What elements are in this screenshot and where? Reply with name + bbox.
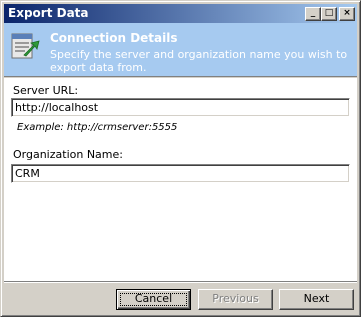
minimize-icon: _	[310, 8, 316, 18]
focus-rectangle	[120, 293, 187, 306]
cancel-button[interactable]: Cancel	[116, 289, 191, 310]
organization-name-input[interactable]	[11, 164, 350, 183]
export-wizard-icon	[11, 33, 40, 59]
button-bar: Cancel Previous Next	[4, 281, 357, 315]
maximize-button[interactable]: □	[321, 7, 337, 21]
form-panel: Server URL: Example: http://crmserver:55…	[4, 78, 357, 281]
window-title: Export Data	[8, 6, 89, 20]
close-button[interactable]: ×	[339, 7, 355, 21]
server-url-label: Server URL:	[13, 84, 79, 97]
header-title: Connection Details	[50, 31, 178, 45]
header-description: Specify the server and organization name…	[50, 48, 348, 74]
close-icon: ×	[343, 8, 351, 18]
previous-button[interactable]: Previous	[198, 289, 273, 310]
next-button-label: Next	[303, 292, 330, 305]
wizard-header: Connection Details Specify the server an…	[4, 23, 357, 77]
server-url-input[interactable]	[11, 98, 350, 117]
server-url-example: Example: http://crmserver:5555	[17, 122, 178, 133]
maximize-icon: □	[324, 8, 334, 18]
minimize-button[interactable]: _	[305, 7, 321, 21]
organization-name-label: Organization Name:	[13, 148, 123, 161]
previous-button-label: Previous	[212, 292, 259, 305]
title-bar[interactable]: Export Data _ □ ×	[4, 4, 357, 23]
next-button[interactable]: Next	[279, 289, 354, 310]
export-data-window: Export Data _ □ × Connection Details Spe…	[0, 0, 361, 317]
